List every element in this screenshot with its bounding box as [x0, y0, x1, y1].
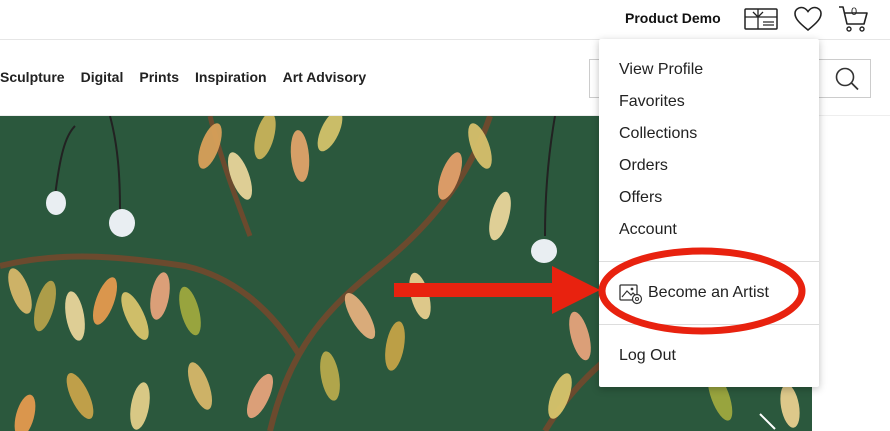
- menu-divider: [599, 261, 819, 262]
- menu-item-collections[interactable]: Collections: [619, 125, 697, 143]
- nav-link-sculpture[interactable]: Sculpture: [0, 69, 65, 85]
- nav-link-inspiration[interactable]: Inspiration: [195, 69, 267, 85]
- top-bar: Product Demo 0: [0, 0, 890, 40]
- account-dropdown-menu: View Profile Favorites Collections Order…: [599, 39, 819, 387]
- nav-link-digital[interactable]: Digital: [81, 69, 124, 85]
- menu-item-become-an-artist[interactable]: Become an Artist: [648, 284, 769, 302]
- menu-item-view-profile[interactable]: View Profile: [619, 61, 703, 79]
- menu-item-orders[interactable]: Orders: [619, 157, 668, 175]
- artist-image-settings-icon: [619, 284, 643, 305]
- menu-item-log-out[interactable]: Log Out: [619, 347, 676, 365]
- heart-icon[interactable]: [794, 6, 822, 32]
- account-menu-trigger[interactable]: Product Demo: [625, 10, 721, 26]
- menu-item-account[interactable]: Account: [619, 221, 677, 239]
- cart-count-badge: 0: [851, 6, 858, 18]
- menu-item-favorites[interactable]: Favorites: [619, 93, 685, 111]
- category-links: Sculpture Digital Prints Inspiration Art…: [0, 69, 366, 85]
- menu-item-offers[interactable]: Offers: [619, 189, 662, 207]
- nav-link-art-advisory[interactable]: Art Advisory: [283, 69, 367, 85]
- gift-card-icon[interactable]: [744, 8, 778, 30]
- search-icon[interactable]: [829, 62, 865, 96]
- menu-divider: [599, 324, 819, 325]
- nav-link-prints[interactable]: Prints: [139, 69, 179, 85]
